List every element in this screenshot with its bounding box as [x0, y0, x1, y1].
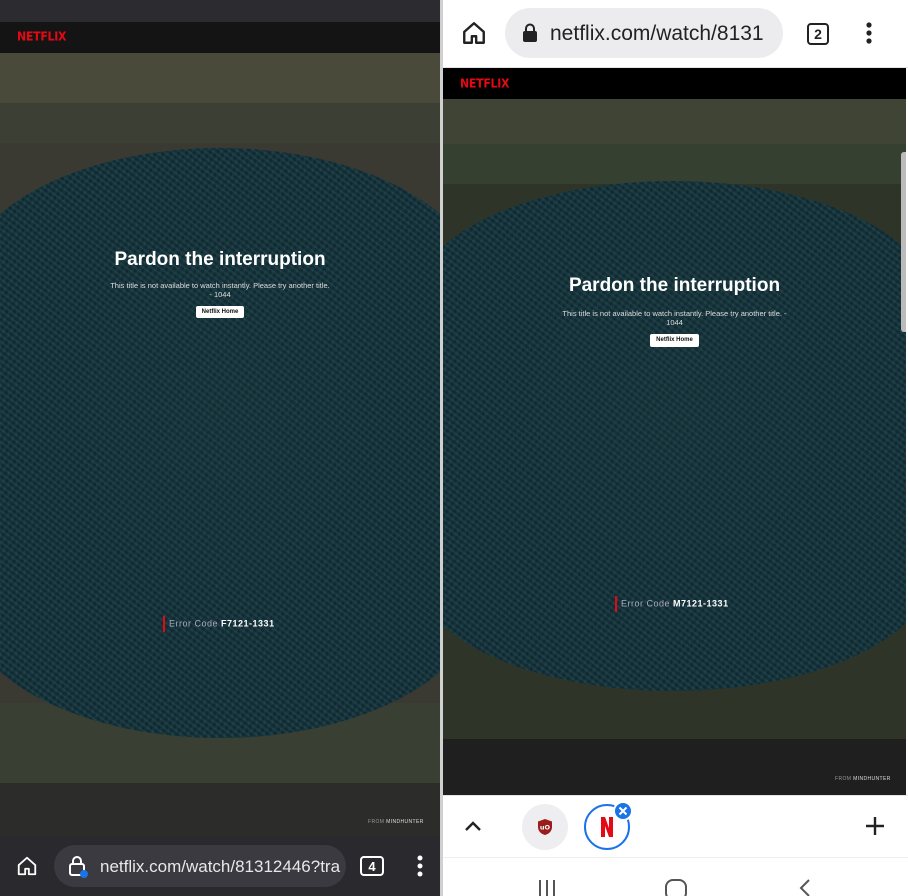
error-code-value: F7121-1331: [221, 618, 275, 629]
error-title: Pardon the interruption: [568, 275, 781, 296]
error-code-accent: [163, 616, 165, 632]
video-player[interactable]: Pardon the interruption This title is no…: [443, 99, 906, 795]
browser-toolbar: netflix.com/watch/8131 2: [443, 0, 908, 68]
video-band: [0, 103, 440, 143]
left-browser-pane: NETFLIX Pardon the interruption This tit…: [0, 0, 440, 896]
browser-bottom-bar: netflix.com/watch/81312446?tra 4: [0, 836, 440, 896]
close-tab-icon[interactable]: [613, 801, 633, 821]
chevron-up-icon[interactable]: [461, 814, 485, 838]
ublock-icon: uO: [538, 819, 552, 835]
url-text: netflix.com/watch/81312446?tra: [100, 857, 341, 876]
address-bar[interactable]: netflix.com/watch/81312446?tra: [54, 845, 346, 887]
address-bar[interactable]: netflix.com/watch/8131: [505, 8, 783, 58]
home-icon[interactable]: [459, 18, 489, 48]
tv-static-screen: [443, 181, 906, 691]
lock-icon[interactable]: [519, 22, 541, 44]
tab-switcher-button[interactable]: 4: [360, 856, 384, 876]
video-player[interactable]: Pardon the interruption This title is no…: [0, 53, 440, 836]
home-icon[interactable]: [14, 853, 40, 879]
video-band: [443, 144, 906, 184]
error-code-value: M7121-1331: [673, 598, 729, 609]
netflix-header: NETFLIX: [443, 68, 906, 99]
video-band: [0, 783, 440, 836]
more-vert-icon[interactable]: [859, 20, 879, 46]
video-band: [443, 99, 906, 144]
error-code: Error Code F7121-1331: [163, 616, 275, 632]
netflix-header: NETFLIX: [0, 22, 440, 53]
error-title: Pardon the interruption: [114, 249, 326, 270]
from-credit: FROM MINDHUNTER: [368, 819, 424, 825]
tv-static-screen: [0, 148, 440, 738]
web-content: NETFLIX Pardon the interruption This tit…: [443, 68, 906, 795]
url-text: netflix.com/watch/8131: [550, 22, 764, 45]
from-title: MINDHUNTER: [386, 819, 424, 825]
tab-switcher-button[interactable]: 2: [805, 21, 831, 47]
recents-icon[interactable]: [535, 878, 559, 896]
status-bar: [0, 0, 440, 22]
tab-count: 2: [807, 23, 829, 45]
error-number: - 1044: [209, 290, 231, 299]
error-code-accent: [615, 596, 617, 612]
split-screen: NETFLIX Pardon the interruption This tit…: [0, 0, 908, 896]
netflix-home-button[interactable]: Netflix Home: [196, 306, 244, 318]
system-nav-bar: [443, 857, 908, 896]
error-number: 1044: [666, 318, 683, 327]
from-label: FROM: [368, 819, 385, 825]
netflix-logo[interactable]: NETFLIX: [460, 76, 510, 91]
error-message: This title is not available to watch ins…: [110, 281, 330, 290]
video-band: [0, 53, 440, 103]
from-credit: FROM MINDHUNTER: [835, 776, 891, 782]
back-icon[interactable]: [795, 878, 815, 896]
plus-icon: [866, 817, 884, 835]
lock-icon[interactable]: [66, 854, 90, 878]
ublock-tab[interactable]: uO: [522, 804, 568, 850]
error-code-label: Error Code: [621, 598, 671, 609]
from-label: FROM: [835, 776, 852, 782]
netflix-n-icon: [601, 817, 613, 837]
error-message: This title is not available to watch ins…: [562, 309, 787, 318]
tab-count: 4: [360, 856, 384, 876]
error-code-label: Error Code: [169, 618, 219, 629]
from-title: MINDHUNTER: [853, 776, 891, 782]
right-browser-pane: netflix.com/watch/8131 2 NETFLIX Pardon …: [443, 0, 908, 896]
netflix-logo[interactable]: NETFLIX: [17, 29, 67, 44]
svg-text:uO: uO: [540, 824, 551, 832]
more-vert-icon[interactable]: [410, 853, 430, 879]
error-code: Error Code M7121-1331: [615, 596, 729, 612]
home-nav-icon[interactable]: [663, 878, 689, 896]
netflix-home-button[interactable]: Netflix Home: [650, 334, 699, 347]
video-band: [443, 739, 906, 795]
edge-panel-handle[interactable]: [901, 152, 906, 332]
new-tab-button[interactable]: [863, 814, 887, 838]
tab-strip: uO: [443, 795, 908, 857]
